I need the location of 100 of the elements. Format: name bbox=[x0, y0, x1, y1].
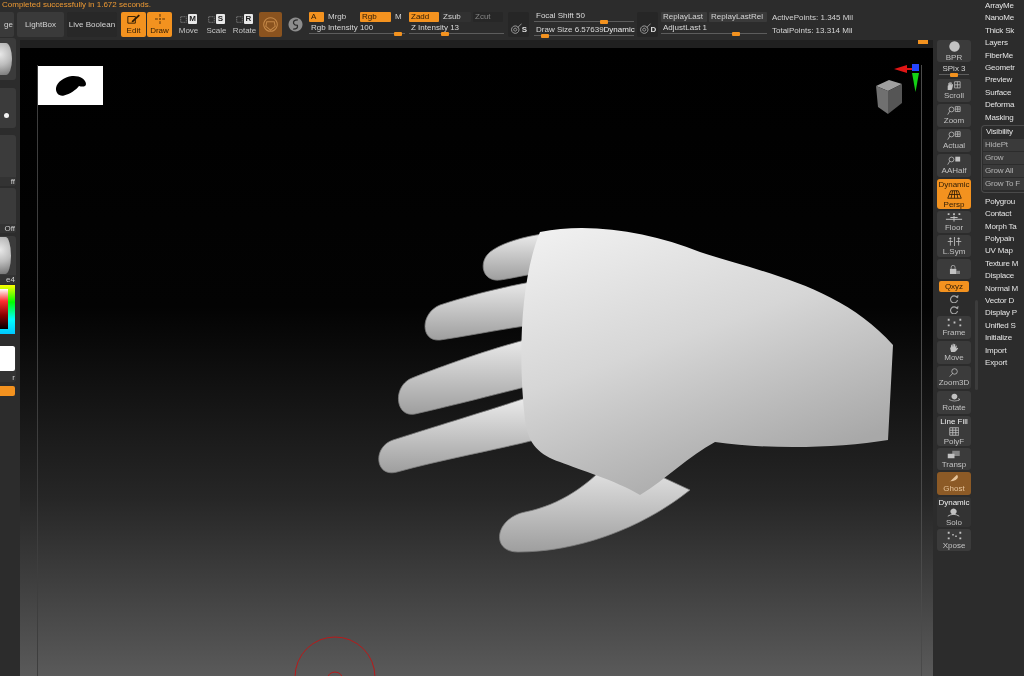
menu-item[interactable]: Export bbox=[980, 357, 1024, 370]
menu-item[interactable]: Import bbox=[980, 344, 1024, 357]
menu-item[interactable]: Displace bbox=[980, 270, 1024, 283]
slider-thumb[interactable] bbox=[394, 31, 403, 36]
submenu-button[interactable]: Grow bbox=[983, 151, 1024, 164]
menu-item[interactable]: Normal M bbox=[980, 282, 1024, 296]
brush-circle-icon bbox=[638, 22, 651, 34]
view-button[interactable]: Zoom3D bbox=[937, 366, 971, 389]
view-button[interactable]: Dynamic Solo bbox=[937, 497, 971, 527]
shelf-button[interactable]: Off bbox=[0, 188, 16, 233]
menu-item[interactable]: Polypain bbox=[980, 233, 1024, 246]
slider-thumb[interactable] bbox=[441, 31, 450, 36]
view-button[interactable]: Move bbox=[937, 341, 971, 364]
menu-item[interactable]: Morph Ta bbox=[980, 220, 1024, 234]
slider-label: SPix 3 bbox=[942, 64, 966, 73]
menu-item[interactable]: NanoMe bbox=[980, 12, 1024, 25]
menu-item[interactable]: Surface bbox=[980, 86, 1024, 100]
menu-item[interactable]: Polygrou bbox=[980, 195, 1024, 209]
menu-item[interactable]: Unified S bbox=[980, 319, 1024, 333]
view-button[interactable]: Zoom bbox=[937, 104, 971, 127]
view-button[interactable]: AAHalf bbox=[937, 154, 971, 177]
stroke-button[interactable]: S bbox=[508, 11, 529, 37]
swirl-icon bbox=[287, 16, 303, 32]
view-button[interactable] bbox=[937, 259, 971, 279]
menu-item[interactable]: Preview bbox=[980, 74, 1024, 87]
viewport-canvas[interactable] bbox=[20, 40, 933, 676]
feather-icon bbox=[948, 474, 960, 483]
slider-thumb[interactable] bbox=[600, 19, 609, 24]
view-button[interactable]: Dynamic Persp bbox=[937, 179, 971, 209]
magnifier-grid-icon bbox=[947, 106, 961, 115]
tool-button[interactable]: Edit bbox=[121, 11, 146, 37]
slider-track[interactable] bbox=[309, 31, 405, 36]
view-button[interactable]: Actual bbox=[937, 129, 971, 152]
magnifier-icon bbox=[947, 156, 961, 165]
view-button[interactable]: Transp bbox=[937, 448, 971, 470]
mode-button[interactable]: Zadd bbox=[409, 11, 439, 22]
dynamic-toggle[interactable]: Dynamic bbox=[603, 24, 635, 34]
stroke-button[interactable] bbox=[0, 88, 16, 128]
mode-button[interactable]: A bbox=[309, 11, 324, 22]
menu-item[interactable]: Layers bbox=[980, 37, 1024, 50]
color-picker[interactable] bbox=[0, 285, 15, 334]
slider-track[interactable] bbox=[939, 73, 969, 77]
alpha-button[interactable]: D bbox=[637, 11, 658, 37]
dot-icon bbox=[4, 113, 9, 118]
tool-button[interactable]: Draw bbox=[147, 11, 172, 37]
view-button[interactable]: Xpose bbox=[937, 529, 971, 551]
submenu-button[interactable]: HidePt bbox=[983, 138, 1024, 151]
submenu-button[interactable]: Grow All bbox=[983, 164, 1024, 177]
brush-circle-icon bbox=[509, 22, 522, 34]
tool-button[interactable]: S Scale bbox=[204, 11, 229, 37]
menu-item[interactable]: Deforma bbox=[980, 99, 1024, 112]
menu-item[interactable]: Texture M bbox=[980, 257, 1024, 271]
replay-button[interactable]: ReplayLast bbox=[661, 11, 707, 22]
toolbar-button[interactable]: ge bbox=[0, 11, 14, 37]
slider-track[interactable] bbox=[661, 31, 767, 36]
menu-item[interactable]: Vector D bbox=[980, 295, 1024, 308]
mode-button[interactable]: Rgb bbox=[360, 11, 391, 22]
tool-button[interactable]: R Rotate bbox=[232, 11, 257, 37]
slider-track[interactable] bbox=[534, 19, 634, 24]
tool-button[interactable]: M Move bbox=[176, 11, 201, 37]
menu-item[interactable]: Contact bbox=[980, 208, 1024, 221]
toolbar-button[interactable]: LightBox bbox=[17, 11, 64, 37]
replay-button[interactable]: ReplayLastRel bbox=[709, 11, 767, 22]
menu-item[interactable]: Geometr bbox=[980, 61, 1024, 75]
menu-item[interactable]: UV Map bbox=[980, 245, 1024, 258]
slider-thumb[interactable] bbox=[950, 73, 958, 77]
slider-thumb[interactable] bbox=[541, 33, 550, 38]
color-swatch-button[interactable]: r bbox=[0, 346, 16, 382]
grid-icon bbox=[948, 426, 960, 436]
view-button[interactable]: Line Fill PolyF bbox=[937, 416, 971, 446]
view-button[interactable]: L.Sym bbox=[937, 235, 971, 257]
mode-button[interactable]: Zsub bbox=[441, 11, 471, 22]
view-button[interactable]: Rotate bbox=[937, 391, 971, 414]
menu-item[interactable]: Initialize bbox=[980, 332, 1024, 345]
material-button[interactable]: e4 bbox=[0, 236, 16, 284]
menu-item[interactable]: Masking bbox=[980, 111, 1024, 124]
magnifier-grid-icon bbox=[947, 131, 961, 140]
tool-thumbnail-button[interactable] bbox=[0, 38, 16, 80]
slider-label: Draw Size 6.57639 bbox=[535, 24, 604, 34]
quick-button[interactable] bbox=[259, 11, 282, 37]
menu-item[interactable]: ArrayMe bbox=[980, 0, 1024, 13]
slider-track[interactable] bbox=[534, 33, 634, 38]
point-count: TotalPoints: 13.314 Mil bbox=[772, 26, 853, 35]
menu-item[interactable]: FiberMe bbox=[980, 49, 1024, 62]
menu-item[interactable]: Thick Sk bbox=[980, 24, 1024, 38]
submenu-button[interactable]: Grow To F bbox=[983, 177, 1024, 190]
view-button[interactable]: BPR bbox=[937, 40, 971, 62]
view-button[interactable]: Frame bbox=[937, 316, 971, 339]
shortcut-key: S bbox=[216, 14, 225, 24]
toggle-button[interactable]: Qxyz bbox=[939, 281, 969, 292]
view-button[interactable]: Floor bbox=[937, 211, 971, 233]
shelf-button[interactable]: ff bbox=[0, 135, 16, 186]
slider-thumb[interactable] bbox=[731, 31, 740, 36]
menu-item[interactable]: Display P bbox=[980, 307, 1024, 320]
view-button[interactable]: Ghost bbox=[937, 472, 971, 495]
menu-item[interactable]: Visibility bbox=[982, 125, 1024, 138]
toolbar-button[interactable]: Live Boolean bbox=[67, 11, 117, 37]
view-button[interactable]: Scroll bbox=[937, 79, 971, 102]
position-marker bbox=[918, 40, 928, 44]
shelf-toggle-button[interactable] bbox=[0, 386, 15, 396]
